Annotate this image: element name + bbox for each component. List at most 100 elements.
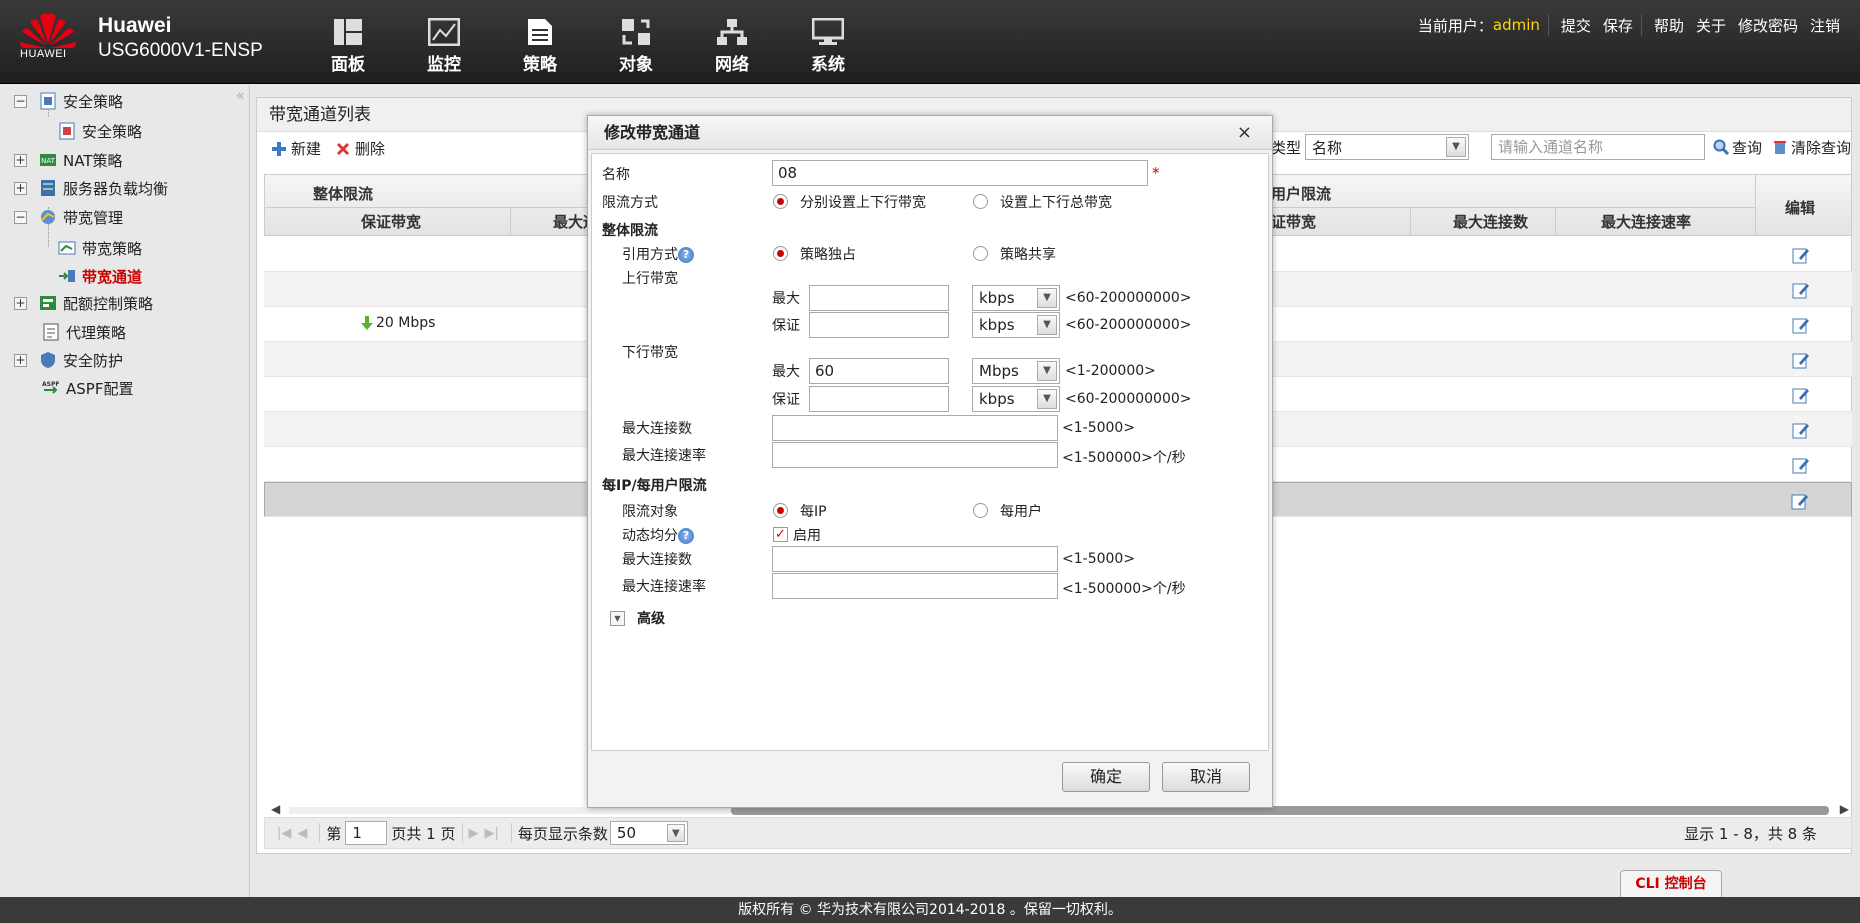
nav-system[interactable]: 系统: [780, 18, 876, 75]
delete-label: 删除: [355, 140, 386, 158]
cancel-button[interactable]: 取消: [1162, 762, 1250, 792]
help-link[interactable]: 帮助: [1654, 15, 1684, 36]
sidebar-label: 带宽通道: [82, 267, 143, 286]
sidebar-item-quota-control[interactable]: + 配额控制策略: [14, 292, 153, 314]
help-icon[interactable]: ?: [678, 528, 694, 544]
sidebar-item-bandwidth-channel[interactable]: 带宽通道: [58, 265, 142, 287]
sidebar-item-server-load-balance[interactable]: + 服务器负载均衡: [14, 177, 168, 199]
nav-dashboard[interactable]: 面板: [300, 18, 396, 75]
down-max-unit-select[interactable]: Mbps ▼: [972, 358, 1060, 384]
col-max-conn[interactable]: 最大连接数: [1453, 211, 1528, 232]
max-conn-input[interactable]: [772, 415, 1058, 441]
close-icon[interactable]: ×: [1237, 116, 1252, 150]
logout-link[interactable]: 注销: [1810, 15, 1840, 36]
search-type-select[interactable]: 名称 ▼: [1304, 134, 1469, 160]
plus-icon: [272, 141, 286, 156]
edit-icon[interactable]: [1792, 456, 1810, 474]
col-guarantee[interactable]: 保证带宽: [361, 211, 421, 232]
edit-icon[interactable]: [1792, 386, 1810, 404]
down-guarantee-input[interactable]: [809, 386, 949, 412]
name-input[interactable]: 08: [772, 160, 1148, 186]
radio-total-bandwidth[interactable]: [973, 194, 988, 209]
sidebar-item-proxy-policy[interactable]: 代理策略: [42, 321, 126, 343]
prev-page-icon[interactable]: ◀: [297, 826, 307, 841]
sidebar-item-security-policy[interactable]: − 安全策略: [14, 90, 123, 112]
search-input[interactable]: 请输入通道名称: [1490, 134, 1705, 160]
clear-query-button[interactable]: 清除查询: [1772, 137, 1851, 158]
per-max-rate-range: <1-500000>个/秒: [1062, 581, 1186, 597]
per-max-rate-input[interactable]: [772, 573, 1058, 599]
per-page-select[interactable]: 50 ▼: [609, 821, 688, 845]
next-page-icon[interactable]: ▶: [469, 826, 479, 841]
per-max-conn-input[interactable]: [772, 546, 1058, 572]
new-button[interactable]: 新建: [271, 138, 321, 159]
col-max-rate[interactable]: 最大连接速率: [1601, 211, 1691, 232]
edit-icon[interactable]: [1792, 351, 1810, 369]
sidebar-item-security-policy-child[interactable]: 安全策略: [58, 120, 142, 142]
downstream-bandwidth-label: 下行带宽: [622, 345, 678, 361]
top-links: 当前用户： admin 提交 保存 帮助 关于 修改密码 注销: [1414, 14, 1840, 36]
down-guarantee-unit-select[interactable]: kbps ▼: [972, 386, 1060, 412]
radio-separate-label: 分别设置上下行带宽: [800, 195, 926, 211]
page-number-input[interactable]: 1: [345, 821, 388, 845]
sidebar-item-bandwidth-policy[interactable]: 带宽策略: [58, 237, 142, 259]
required-mark: *: [1152, 164, 1160, 182]
edit-icon[interactable]: [1792, 281, 1810, 299]
unit-value: kbps: [979, 316, 1015, 334]
about-link[interactable]: 关于: [1696, 15, 1726, 36]
pager: |◀ ◀ 第 1 页共 1 页 ▶ ▶| 每页显示条数 50 ▼ 显示 1 - …: [264, 817, 1852, 849]
sidebar-item-aspf[interactable]: ASPF ASPF配置: [42, 377, 133, 399]
up-guarantee-input[interactable]: [809, 312, 949, 338]
nav-policy[interactable]: 策略: [492, 18, 588, 75]
expand-toggle[interactable]: +: [14, 296, 27, 310]
expand-toggle[interactable]: +: [14, 181, 27, 195]
sidebar-label: 代理策略: [66, 323, 127, 342]
edit-icon[interactable]: [1792, 421, 1810, 439]
sidebar-label: 安全策略: [63, 92, 124, 111]
change-password-link[interactable]: 修改密码: [1738, 15, 1798, 36]
radio-separate-bandwidth[interactable]: [773, 194, 788, 209]
first-page-icon[interactable]: |◀: [277, 826, 291, 841]
radio-policy-shared[interactable]: [973, 246, 988, 261]
col-user-guarantee[interactable]: 证带宽: [1271, 211, 1316, 232]
up-guarantee-unit-select[interactable]: kbps ▼: [972, 312, 1060, 338]
radio-policy-exclusive[interactable]: [773, 246, 788, 261]
per-max-conn-label: 最大连接数: [622, 552, 692, 568]
sidebar-item-security-protection[interactable]: + 安全防护: [14, 349, 123, 371]
query-button[interactable]: 查询: [1713, 137, 1762, 158]
nav-monitor[interactable]: 监控: [396, 18, 492, 75]
expand-toggle[interactable]: +: [14, 153, 27, 167]
sidebar-collapse-icon[interactable]: «: [236, 88, 245, 104]
radio-per-user[interactable]: [973, 503, 988, 518]
ok-button[interactable]: 确定: [1062, 762, 1150, 792]
up-max-unit-select[interactable]: kbps ▼: [972, 285, 1060, 311]
cli-console-button[interactable]: CLI 控制台: [1620, 870, 1722, 897]
per-max-rate-label: 最大连接速率: [622, 579, 706, 595]
dialog-title-bar[interactable]: 修改带宽通道 ×: [588, 116, 1272, 150]
nav-network[interactable]: 网络: [684, 18, 780, 75]
edit-icon[interactable]: [1792, 316, 1810, 334]
expand-toggle[interactable]: +: [14, 353, 27, 367]
max-rate-input[interactable]: [772, 442, 1058, 468]
submit-link[interactable]: 提交: [1561, 15, 1591, 36]
scroll-left-icon[interactable]: ◀: [271, 802, 280, 816]
collapse-toggle[interactable]: −: [14, 210, 27, 224]
delete-button[interactable]: 删除: [335, 138, 385, 159]
advanced-toggle[interactable]: ▼ 高级: [610, 608, 665, 628]
radio-per-ip[interactable]: [773, 503, 788, 518]
scroll-right-icon[interactable]: ▶: [1840, 802, 1849, 816]
shield-icon: [41, 352, 55, 368]
sidebar-item-nat-policy[interactable]: + NAT NAT策略: [14, 149, 122, 171]
sidebar-item-bandwidth-management[interactable]: − 带宽管理: [14, 206, 123, 228]
last-page-icon[interactable]: ▶|: [485, 826, 499, 841]
down-max-range: <1-200000>: [1065, 363, 1156, 379]
help-icon[interactable]: ?: [678, 247, 694, 263]
collapse-toggle[interactable]: −: [14, 94, 27, 108]
down-max-input[interactable]: 60: [809, 358, 949, 384]
enable-checkbox[interactable]: ✓: [773, 527, 788, 542]
save-link[interactable]: 保存: [1603, 15, 1633, 36]
up-max-input[interactable]: [809, 285, 949, 311]
nav-object[interactable]: 对象: [588, 18, 684, 75]
edit-icon[interactable]: [1792, 246, 1810, 264]
edit-icon[interactable]: [1791, 492, 1809, 510]
